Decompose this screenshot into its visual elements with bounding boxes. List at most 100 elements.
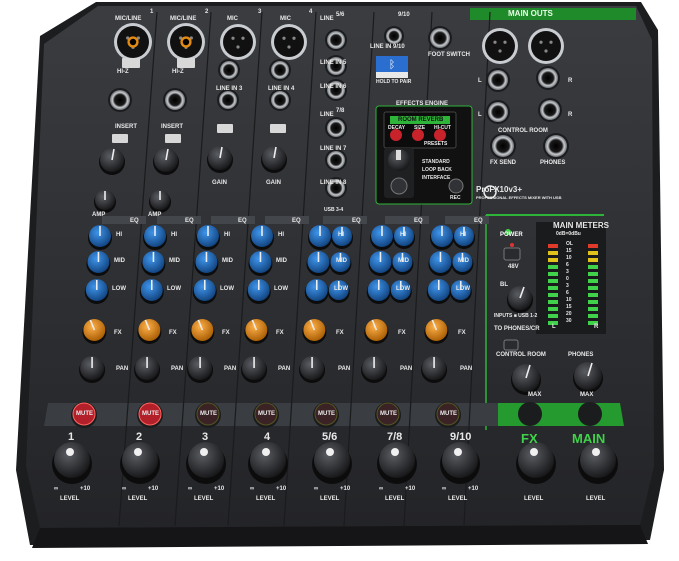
line-jack-4a[interactable] xyxy=(269,59,291,81)
hold-to-pair-label: HOLD TO PAIR xyxy=(376,79,412,85)
main-out-xlr-left-pin2 xyxy=(503,40,507,44)
pan-label-1: PAN xyxy=(116,366,129,372)
48v-button[interactable] xyxy=(503,247,521,261)
line-in-910-jack-socket[interactable] xyxy=(386,28,402,44)
ch3-top: 3 xyxy=(258,9,262,15)
mode-loop-back: LOOP BACK xyxy=(422,167,452,173)
line-in-5: LINE IN 5 xyxy=(320,60,347,66)
main-out-xlr-right-face[interactable] xyxy=(531,31,561,61)
foot-switch-jack-socket[interactable] xyxy=(430,28,450,48)
line-in-910-jack[interactable] xyxy=(384,26,404,46)
amp-2: AMP xyxy=(148,212,162,218)
out-R: R xyxy=(568,78,573,84)
line-jack-3a[interactable] xyxy=(218,59,240,81)
line-jack-5-socket[interactable] xyxy=(327,31,345,49)
line-jack-7-socket[interactable] xyxy=(327,119,345,137)
mid-label-4: MID xyxy=(276,258,287,264)
meter-led-L-3 xyxy=(548,265,558,269)
hi-label-4: HI xyxy=(278,232,284,238)
fx-send-jack[interactable] xyxy=(490,133,516,159)
phones-jack[interactable] xyxy=(543,133,569,159)
line-label-78: LINE xyxy=(320,112,334,118)
strip-number-1: 1 xyxy=(68,431,75,443)
combo-input-1[interactable] xyxy=(114,23,152,61)
level-knob-cap-4[interactable] xyxy=(250,442,286,478)
hiz-switch-1[interactable] xyxy=(122,58,140,68)
xlr-input-4-face[interactable] xyxy=(274,27,304,57)
level-knob-cap-8[interactable] xyxy=(518,442,554,478)
line-jack-3b-socket[interactable] xyxy=(219,91,237,109)
phones-knob-label: PHONES xyxy=(568,352,594,358)
insert-switch-1[interactable] xyxy=(112,134,128,143)
insert-jack-2[interactable] xyxy=(163,88,187,112)
line-jack-3a-socket[interactable] xyxy=(220,61,238,79)
hiz-switch-2[interactable] xyxy=(177,58,195,68)
line-jack-6[interactable] xyxy=(325,55,347,77)
fx-send-label-4: FX xyxy=(276,330,284,336)
combo-input-2[interactable] xyxy=(167,23,205,61)
level-knob-cap-1[interactable] xyxy=(54,442,90,478)
level-knob-cap-9[interactable] xyxy=(580,442,616,478)
level-label-5: LEVEL xyxy=(320,496,340,502)
main-out-xlr-left-pin3 xyxy=(498,49,502,53)
level-min-1: ∞ xyxy=(54,486,59,492)
line-jack-4a-socket[interactable] xyxy=(271,61,289,79)
level-knob-cap-3[interactable] xyxy=(188,442,224,478)
insert-switch-3[interactable] xyxy=(217,124,233,133)
cr-jack-L[interactable] xyxy=(486,100,510,124)
insert-jack-1-socket[interactable] xyxy=(110,90,130,110)
level-knob-cap-7[interactable] xyxy=(442,442,478,478)
out-jack-L[interactable] xyxy=(486,68,510,92)
line-label-56: LINE xyxy=(320,16,334,22)
main-out-xlr-left-face[interactable] xyxy=(485,31,515,61)
cr-jack-L-socket[interactable] xyxy=(488,102,508,122)
rec-button[interactable] xyxy=(448,178,464,194)
insert-jack-1[interactable] xyxy=(108,88,132,112)
xlr-input-3[interactable] xyxy=(220,24,256,60)
eq-header-band-4 xyxy=(265,216,309,224)
out-L: L xyxy=(478,78,482,84)
phones-jack-socket[interactable] xyxy=(545,135,567,157)
xlr-input-3-face[interactable] xyxy=(223,27,253,57)
out-jack-R[interactable] xyxy=(536,66,560,90)
xlr-input-4[interactable] xyxy=(271,24,307,60)
eq-label-4: EQ xyxy=(292,218,301,224)
line-jack-8-socket[interactable] xyxy=(327,151,345,169)
fx-back-button[interactable] xyxy=(390,177,408,195)
master-button-2[interactable] xyxy=(578,402,602,426)
meter-led-R-2 xyxy=(588,258,598,262)
insert-switch-2[interactable] xyxy=(165,134,181,143)
out-jack-L-socket[interactable] xyxy=(488,70,508,90)
mute-label-5: MUTE xyxy=(318,411,335,417)
out-jack-R-socket[interactable] xyxy=(538,68,558,88)
line-jack-56[interactable] xyxy=(325,79,347,101)
main-out-xlr-left[interactable] xyxy=(482,28,518,64)
insert-jack-2-socket[interactable] xyxy=(165,90,185,110)
fx-send-label-6: FX xyxy=(398,330,406,336)
line-in-8: LINE IN 8 xyxy=(320,180,347,186)
level-knob-cap-2[interactable] xyxy=(122,442,158,478)
insert-switch-4[interactable] xyxy=(270,124,286,133)
main-out-xlr-right[interactable] xyxy=(528,28,564,64)
cr-jack-R-socket[interactable] xyxy=(540,100,560,120)
main-outs-label: MAIN OUTS xyxy=(508,9,553,18)
cr-jack-R[interactable] xyxy=(538,98,562,122)
main-out-xlr-right-pin1 xyxy=(539,40,543,44)
meter-scale-11: 30 xyxy=(566,318,572,324)
master-button-1[interactable] xyxy=(518,402,542,426)
fx-send-jack-socket[interactable] xyxy=(492,135,514,157)
meter-scale-3: 6 xyxy=(566,262,569,268)
level-knob-indicator-6 xyxy=(391,448,399,456)
foot-switch-jack[interactable] xyxy=(428,26,452,50)
line-jack-7[interactable] xyxy=(325,117,347,139)
mixer-photo: ᛒ MAIN OUTS 5/6 9/10 LINE MIC/LINE MIC/L… xyxy=(0,0,679,556)
level-knob-cap-6[interactable] xyxy=(379,442,415,478)
line-jack-5[interactable] xyxy=(325,29,347,51)
cr-max: MAX xyxy=(528,392,542,398)
line-jack-3b[interactable] xyxy=(217,89,239,111)
phones-cr-button[interactable] xyxy=(503,339,519,351)
line-jack-4b-socket[interactable] xyxy=(271,91,289,109)
level-knob-cap-5[interactable] xyxy=(314,442,350,478)
line-jack-8[interactable] xyxy=(325,149,347,171)
line-jack-4b[interactable] xyxy=(269,89,291,111)
